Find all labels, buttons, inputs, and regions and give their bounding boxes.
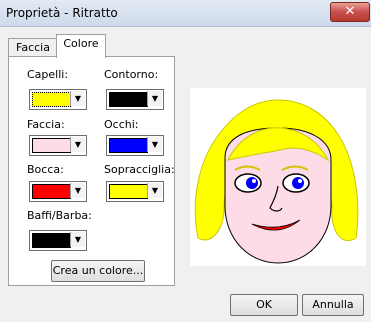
eyebrows-swatch <box>109 184 148 199</box>
eyebrows-label: Sopracciglia: <box>104 163 175 176</box>
chevron-down-icon[interactable]: ▼ <box>70 232 85 247</box>
mouth-color-picker[interactable]: ▼ <box>29 181 87 202</box>
beard-label: Baffi/Barba: <box>27 209 92 222</box>
title-bar[interactable]: Proprietà - Ritratto ✕ <box>0 0 371 27</box>
close-button[interactable]: ✕ <box>330 2 370 22</box>
outline-label: Contorno: <box>104 68 159 81</box>
mouth-swatch <box>32 184 71 199</box>
window-title: Proprietà - Ritratto <box>6 6 118 20</box>
ok-button[interactable]: OK <box>230 294 298 316</box>
beard-color-picker[interactable]: ▼ <box>29 230 87 251</box>
cancel-button[interactable]: Annulla <box>302 294 364 316</box>
eyes-color-picker[interactable]: ▼ <box>106 135 164 156</box>
tab-faccia[interactable]: Faccia <box>8 38 58 57</box>
eyes-label: Occhi: <box>104 118 139 131</box>
chevron-down-icon[interactable]: ▼ <box>70 183 85 198</box>
color-panel: Capelli: ▼ Contorno: ▼ Faccia: ▼ Occhi: … <box>8 56 175 286</box>
chevron-down-icon[interactable]: ▼ <box>147 137 162 152</box>
face-swatch <box>32 138 71 153</box>
eyes-swatch <box>109 138 148 153</box>
close-icon: ✕ <box>344 4 356 19</box>
hair-color-picker[interactable]: ▼ <box>29 89 87 110</box>
chevron-down-icon[interactable]: ▼ <box>70 137 85 152</box>
portrait-preview <box>190 88 366 266</box>
create-color-button[interactable]: Crea un colore... <box>51 260 145 282</box>
outline-color-picker[interactable]: ▼ <box>106 89 164 110</box>
hair-swatch <box>32 92 71 107</box>
tab-colore[interactable]: Colore <box>56 34 106 58</box>
mouth-label: Bocca: <box>27 163 64 176</box>
face-label: Faccia: <box>27 118 65 131</box>
beard-swatch <box>32 233 71 248</box>
face-color-picker[interactable]: ▼ <box>29 135 87 156</box>
hair-label: Capelli: <box>27 68 69 81</box>
portrait-image <box>194 99 359 264</box>
chevron-down-icon[interactable]: ▼ <box>147 91 162 106</box>
eyebrows-color-picker[interactable]: ▼ <box>106 181 164 202</box>
chevron-down-icon[interactable]: ▼ <box>147 183 162 198</box>
chevron-down-icon[interactable]: ▼ <box>70 91 85 106</box>
properties-dialog: Proprietà - Ritratto ✕ Faccia Colore Cap… <box>0 0 371 322</box>
outline-swatch <box>109 92 148 107</box>
